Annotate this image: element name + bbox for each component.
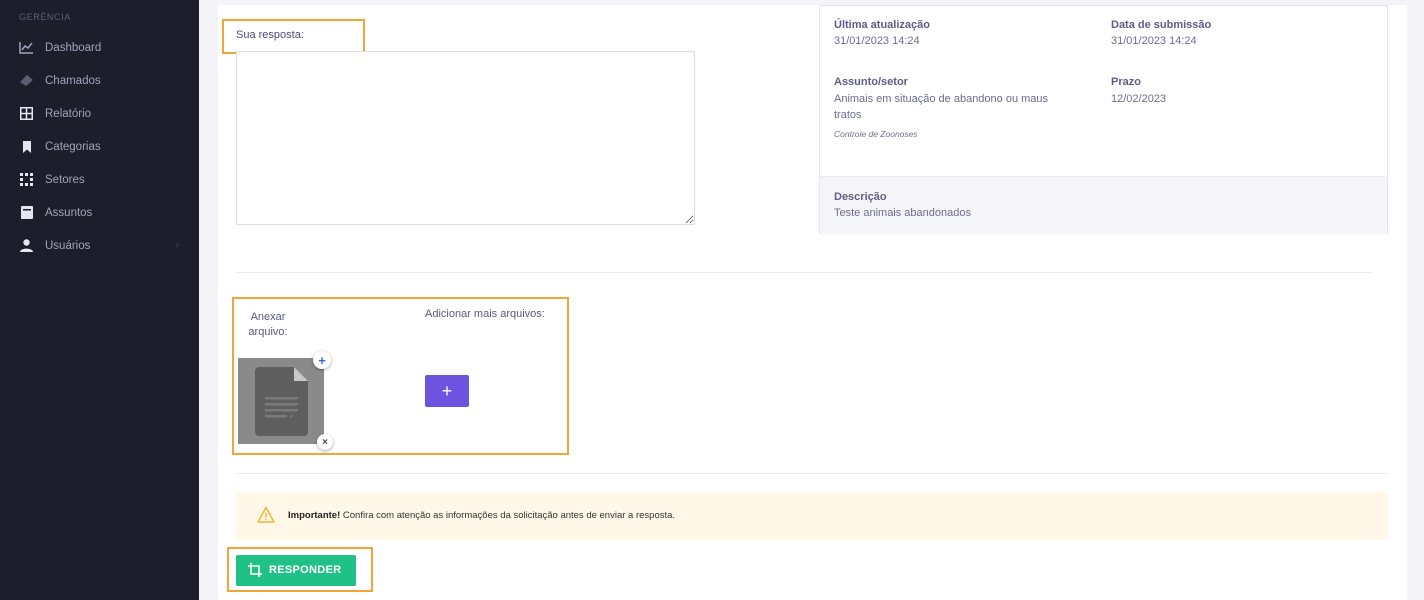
- attach-file-label: Anexar arquivo:: [248, 311, 288, 338]
- remove-file-button[interactable]: ×: [317, 434, 333, 450]
- deadline-title: Prazo: [1111, 76, 1141, 88]
- sidebar-item-usuarios[interactable]: Usuários ›: [0, 229, 199, 262]
- sidebar-item-setores[interactable]: Setores: [0, 163, 199, 196]
- chevron-right-icon: ›: [175, 240, 179, 251]
- submission-date-value: 31/01/2023 14:24: [1111, 35, 1197, 47]
- sidebar-item-assuntos[interactable]: Assuntos: [0, 196, 199, 229]
- subject-title: Assunto/setor: [834, 76, 908, 88]
- alert-strong: Importante!: [288, 510, 341, 521]
- description-title: Descrição: [834, 191, 887, 203]
- sidebar-item-relatorio[interactable]: Relatório: [0, 97, 199, 130]
- plus-icon: +: [441, 381, 453, 401]
- important-alert: Importante! Confira com atenção as infor…: [236, 492, 1388, 540]
- sidebar-item-label: Chamados: [45, 74, 101, 87]
- sidebar-item-label: Assuntos: [45, 206, 93, 219]
- sidebar-item-label: Relatório: [45, 107, 92, 120]
- crop-icon: [248, 563, 262, 577]
- grid-icon: [19, 106, 34, 121]
- answer-label: Sua resposta:: [236, 29, 304, 41]
- dots-grid-icon: [19, 172, 34, 187]
- subject-value: Animais em situação de abandono ou maus …: [834, 93, 1049, 121]
- sidebar-item-label: Categorias: [45, 140, 101, 153]
- book-icon: [19, 205, 34, 220]
- divider: [236, 473, 1388, 474]
- respond-button-label: RESPONDER: [269, 564, 342, 576]
- alert-text: Importante! Confira com atenção as infor…: [288, 510, 675, 521]
- respond-button[interactable]: RESPONDER: [236, 555, 356, 586]
- sidebar: GERÊNCIA Dashboard Chamados Relatório Ca…: [0, 0, 199, 600]
- request-info-card: Última atualização 31/01/2023 14:24 Data…: [819, 5, 1388, 234]
- sidebar-item-categorias[interactable]: Categorias: [0, 130, 199, 163]
- sidebar-item-label: Dashboard: [45, 41, 102, 54]
- add-more-files-button[interactable]: +: [425, 375, 469, 407]
- add-more-files-label: Adicionar mais arquivos:: [425, 308, 545, 320]
- add-file-button[interactable]: +: [313, 351, 331, 369]
- answer-textarea[interactable]: [236, 51, 695, 225]
- last-update-value: 31/01/2023 14:24: [834, 35, 920, 47]
- divider: [236, 272, 1373, 273]
- sidebar-item-chamados[interactable]: Chamados: [0, 64, 199, 97]
- warning-icon: [257, 506, 275, 523]
- chart-line-icon: [19, 40, 34, 55]
- sidebar-section-title: GERÊNCIA: [19, 12, 71, 22]
- file-preview[interactable]: [238, 358, 324, 444]
- description-section: Descrição Teste animais abandonados: [820, 176, 1387, 234]
- document-icon: [255, 367, 308, 436]
- sidebar-item-dashboard[interactable]: Dashboard: [0, 31, 199, 64]
- alert-message: Confira com atenção as informações da so…: [340, 510, 676, 521]
- submission-date-title: Data de submissão: [1111, 19, 1212, 31]
- deadline-value: 12/02/2023: [1111, 93, 1167, 105]
- bookmark-icon: [19, 139, 34, 154]
- sidebar-item-label: Setores: [45, 173, 85, 186]
- subject-sector: Controle de Zoonoses: [834, 129, 918, 139]
- ticket-icon: [19, 73, 34, 88]
- description-value: Teste animais abandonados: [834, 207, 971, 219]
- last-update-title: Última atualização: [834, 19, 930, 31]
- user-icon: [19, 238, 34, 253]
- sidebar-item-label: Usuários: [45, 239, 91, 252]
